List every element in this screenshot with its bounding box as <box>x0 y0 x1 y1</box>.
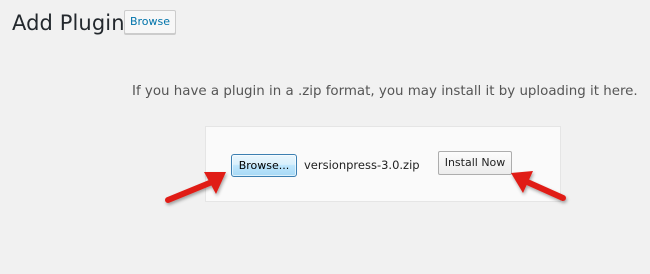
install-now-button[interactable]: Install Now <box>438 151 512 175</box>
arrow-icon <box>165 172 226 203</box>
upload-help-text: If you have a plugin in a .zip format, y… <box>132 84 638 99</box>
file-browse-button[interactable]: Browse... <box>231 154 297 177</box>
browse-plugins-button[interactable]: Browse <box>124 10 176 34</box>
selected-file-name: versionpress-3.0.zip <box>304 158 420 172</box>
page-title: Add Plugins <box>12 11 136 35</box>
add-plugins-page: Add Plugins Browse If you have a plugin … <box>0 0 650 274</box>
arrow-icon <box>511 171 566 201</box>
